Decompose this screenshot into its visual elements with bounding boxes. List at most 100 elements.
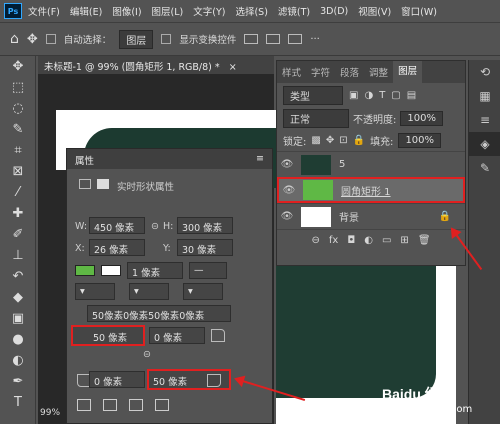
eraser-tool-icon[interactable]: ◆ xyxy=(0,287,36,308)
dodge-tool-icon[interactable]: ◐ xyxy=(0,350,36,371)
layer-row[interactable]: 👁 背景 🔒 xyxy=(277,203,465,229)
menu-3d[interactable]: 3D(D) xyxy=(320,6,348,17)
height-input[interactable]: 300 像素 xyxy=(177,217,233,234)
menu-layer[interactable]: 图层(L) xyxy=(152,4,184,18)
history-brush-icon[interactable]: ↶ xyxy=(0,266,36,287)
align-center-icon[interactable] xyxy=(266,34,281,44)
pen-tool-icon[interactable]: ✒ xyxy=(0,371,36,392)
swatches-icon[interactable]: ▦ xyxy=(469,84,500,108)
eyedropper-tool-icon[interactable]: ⁄ xyxy=(0,182,36,203)
brush-tool-icon[interactable]: ✐ xyxy=(0,224,36,245)
menu-window[interactable]: 窗口(W) xyxy=(401,4,437,18)
healing-tool-icon[interactable]: ✚ xyxy=(0,203,36,224)
fill-input[interactable]: 100% xyxy=(398,132,442,148)
stamp-tool-icon[interactable]: ⊥ xyxy=(0,245,36,266)
tab-paragraph[interactable]: 段落 xyxy=(335,65,364,79)
layers-icon[interactable]: ◈ xyxy=(469,132,500,156)
menu-edit[interactable]: 编辑(E) xyxy=(70,4,102,18)
blend-mode-dropdown[interactable]: 正常 xyxy=(283,108,349,128)
paths-icon[interactable]: ✎ xyxy=(469,156,500,180)
tab-adjustments[interactable]: 调整 xyxy=(364,65,393,79)
visibility-eye-icon[interactable]: 👁 xyxy=(277,211,297,222)
document-tab[interactable]: 未标题-1 @ 99% (圆角矩形 1, RGB/8) * × xyxy=(38,56,274,74)
menu-view[interactable]: 视图(V) xyxy=(358,4,391,18)
align-left-icon[interactable] xyxy=(244,34,259,44)
marquee-tool-icon[interactable]: ⬚ xyxy=(0,77,36,98)
filter-smart-icon[interactable]: ▤ xyxy=(407,90,416,101)
corner-bottom-right-icon xyxy=(207,374,221,387)
layer-row-selected[interactable]: 👁 圆角矩形 1 xyxy=(277,177,465,203)
radius-all-input[interactable]: 50像素0像素50像素0像素 xyxy=(87,305,231,322)
auto-select-dropdown[interactable]: 图层 xyxy=(119,29,154,49)
blur-tool-icon[interactable]: ● xyxy=(0,329,36,350)
path-ops-intersect-icon[interactable] xyxy=(129,399,143,411)
stroke-color-swatch[interactable] xyxy=(101,265,121,276)
menu-select[interactable]: 选择(S) xyxy=(235,4,267,18)
menu-type[interactable]: 文字(Y) xyxy=(193,4,225,18)
group-icon[interactable]: ▭ xyxy=(382,235,391,246)
panel-menu-icon[interactable]: ≡ xyxy=(256,153,264,165)
fx-icon[interactable]: fx xyxy=(329,235,338,246)
lock-position-icon[interactable]: ✥ xyxy=(326,135,334,146)
fill-color-swatch[interactable] xyxy=(75,265,95,276)
menu-image[interactable]: 图像(I) xyxy=(112,4,141,18)
visibility-eye-icon[interactable]: 👁 xyxy=(277,159,297,170)
radius-bottom-left-input[interactable]: 0 像素 xyxy=(89,371,145,388)
stroke-align-dropdown[interactable]: ▾ xyxy=(75,283,115,300)
tab-layers[interactable]: 图层 xyxy=(393,61,423,83)
properties-icon[interactable]: ≡ xyxy=(469,108,500,132)
layer-row[interactable]: 👁 5 xyxy=(277,151,465,177)
filter-adjust-icon[interactable]: ◑ xyxy=(364,90,373,101)
delete-layer-icon[interactable]: 🗑 xyxy=(418,235,431,246)
radius-top-right-input[interactable]: 0 像素 xyxy=(149,327,205,344)
layer-name: 背景 xyxy=(339,213,359,224)
new-layer-icon[interactable]: ⊞ xyxy=(400,235,408,246)
frame-tool-icon[interactable]: ⊠ xyxy=(0,161,36,182)
adjustment-layer-icon[interactable]: ◐ xyxy=(364,235,373,246)
mask-icon[interactable]: ◘ xyxy=(347,235,355,246)
move-tool-icon[interactable]: ✥ xyxy=(27,32,38,47)
path-ops-combine-icon[interactable] xyxy=(77,399,91,411)
close-icon[interactable]: × xyxy=(229,62,237,73)
opacity-input[interactable]: 100% xyxy=(400,110,443,126)
path-ops-exclude-icon[interactable] xyxy=(155,399,169,411)
filter-image-icon[interactable]: ▣ xyxy=(349,90,358,101)
stroke-corner-dropdown[interactable]: ▾ xyxy=(183,283,223,300)
baidu-watermark: Baidu 经验 xyxy=(382,386,453,402)
gradient-tool-icon[interactable]: ▣ xyxy=(0,308,36,329)
filter-type-icon[interactable]: T xyxy=(379,90,385,101)
tab-character[interactable]: 字符 xyxy=(306,65,335,79)
type-tool-icon[interactable]: T xyxy=(0,392,36,413)
stroke-width-input[interactable]: 1 像素 xyxy=(127,262,183,279)
width-input[interactable]: 450 像素 xyxy=(89,217,145,234)
menu-filter[interactable]: 滤镜(T) xyxy=(278,4,310,18)
lock-all-icon[interactable]: 🔒 xyxy=(353,135,365,146)
crop-tool-icon[interactable]: ⌗ xyxy=(0,140,36,161)
quick-select-tool-icon[interactable]: ✎ xyxy=(0,119,36,140)
menu-file[interactable]: 文件(F) xyxy=(28,4,60,18)
stroke-type-dropdown[interactable]: — xyxy=(189,262,227,279)
path-ops-subtract-icon[interactable] xyxy=(103,399,117,411)
auto-select-checkbox[interactable] xyxy=(45,34,56,44)
link-icon[interactable]: ⊝ xyxy=(151,221,159,232)
lock-artboard-icon[interactable]: ⊡ xyxy=(339,135,347,146)
history-icon[interactable]: ⟲ xyxy=(469,60,500,84)
x-input[interactable]: 26 像素 xyxy=(89,239,145,256)
lock-pixels-icon[interactable]: ▩ xyxy=(311,135,320,146)
filter-shape-icon[interactable]: ▢ xyxy=(391,90,400,101)
lasso-tool-icon[interactable]: ◌ xyxy=(0,98,36,119)
more-options-icon[interactable]: ··· xyxy=(310,34,320,45)
layer-name: 5 xyxy=(339,159,346,170)
link-layers-icon[interactable]: ⊖ xyxy=(311,235,319,246)
stroke-cap-dropdown[interactable]: ▾ xyxy=(129,283,169,300)
tab-styles[interactable]: 样式 xyxy=(277,65,306,79)
layer-kind-filter[interactable]: 类型 xyxy=(283,85,343,105)
visibility-eye-icon[interactable]: 👁 xyxy=(279,185,299,196)
align-right-icon[interactable] xyxy=(288,34,303,44)
home-icon[interactable]: ⌂ xyxy=(10,31,19,47)
show-transform-checkbox[interactable] xyxy=(161,34,172,44)
radius-top-left-input[interactable]: 50 像素 xyxy=(71,325,145,346)
y-input[interactable]: 30 像素 xyxy=(177,239,233,256)
move-tool-icon[interactable]: ✥ xyxy=(0,56,36,77)
link-radius-icon[interactable]: ⊝ xyxy=(143,349,151,360)
